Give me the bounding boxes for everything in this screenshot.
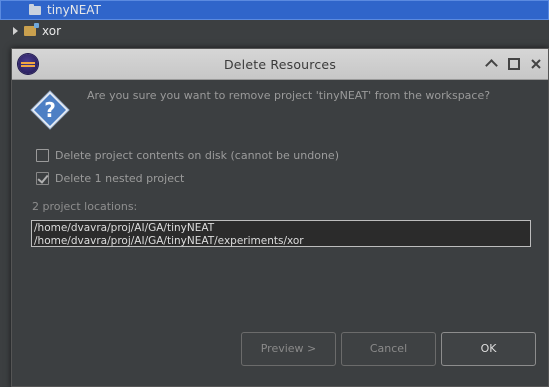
tree-item-label: tinyNEAT xyxy=(47,3,101,17)
confirmation-message: Are you sure you want to remove project … xyxy=(87,89,491,102)
project-explorer-tree: tinyNEAT xor xyxy=(0,0,549,46)
maximize-button[interactable] xyxy=(507,57,521,71)
question-icon: ? xyxy=(30,90,70,130)
tree-item-tinyneat[interactable]: tinyNEAT xyxy=(0,0,549,20)
location-item: /home/dvavra/proj/AI/GA/tinyNEAT/experim… xyxy=(34,234,304,247)
preview-button[interactable]: Preview > xyxy=(241,332,336,366)
dialog-title: Delete Resources xyxy=(223,57,337,72)
svg-text:?: ? xyxy=(44,98,56,122)
close-icon xyxy=(531,59,541,69)
delete-nested-option[interactable]: Delete 1 nested project xyxy=(36,172,184,185)
cancel-button[interactable]: Cancel xyxy=(341,332,436,366)
chevron-up-icon xyxy=(484,59,498,72)
minimize-button[interactable] xyxy=(484,57,498,72)
maximize-icon xyxy=(508,58,520,70)
dialog-titlebar[interactable]: Delete Resources xyxy=(12,49,548,80)
locations-list[interactable]: /home/dvavra/proj/AI/GA/tinyNEAT /home/d… xyxy=(31,220,531,247)
tree-item-label: xor xyxy=(42,24,62,38)
delete-nested-checkbox[interactable] xyxy=(36,172,49,185)
locations-label: 2 project locations: xyxy=(32,200,138,213)
delete-contents-option[interactable]: Delete project contents on disk (cannot … xyxy=(36,149,339,162)
delete-contents-label: Delete project contents on disk (cannot … xyxy=(55,149,339,162)
close-button[interactable] xyxy=(529,57,543,71)
project-folder-icon xyxy=(24,23,39,36)
folder-icon xyxy=(29,3,41,15)
ok-button[interactable]: OK xyxy=(441,332,536,366)
location-item: /home/dvavra/proj/AI/GA/tinyNEAT xyxy=(34,222,215,234)
tree-item-xor[interactable]: xor xyxy=(0,21,549,41)
delete-nested-label: Delete 1 nested project xyxy=(55,172,185,185)
delete-contents-checkbox[interactable] xyxy=(36,149,49,162)
expand-arrow-icon[interactable] xyxy=(13,27,18,35)
delete-resources-dialog: Delete Resources ? Are you sure you want… xyxy=(11,48,549,387)
